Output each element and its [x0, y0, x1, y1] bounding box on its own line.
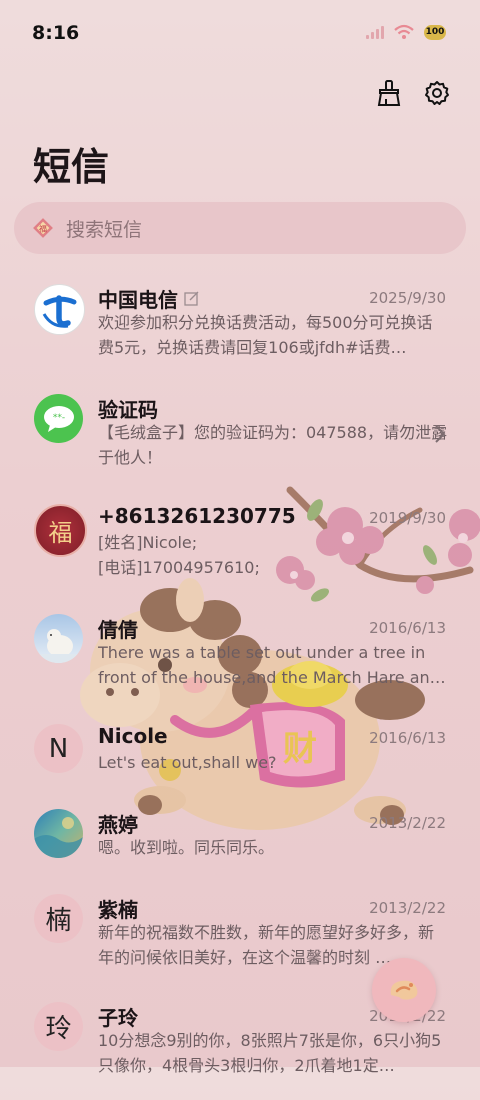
avatar: N	[34, 724, 83, 773]
contact-name: +8613261230775	[98, 504, 296, 528]
china-telecom-logo-icon	[38, 288, 81, 331]
avatar	[34, 284, 85, 335]
clean-brush-button[interactable]	[374, 78, 404, 108]
avatar: 福	[34, 504, 87, 557]
page-title: 短信	[33, 145, 110, 189]
message-snippet: 欢迎参加积分兑换话费活动，每500分可兑换话费5元，兑换话费请回复106或jfd…	[98, 313, 433, 357]
fu-character-icon: 福	[48, 519, 73, 547]
search-input[interactable]: 福 搜索短信	[14, 202, 466, 254]
avatar	[34, 614, 83, 663]
list-item[interactable]: 倩倩 2016/6/13 There was a table set out u…	[0, 602, 480, 712]
status-icons: 100	[366, 24, 446, 40]
top-actions	[374, 78, 452, 108]
list-item[interactable]: **- 验证码 【毛绒盒子】您的验证码为：047588，请勿泄露于他人！	[0, 382, 480, 492]
search-icon: 福	[33, 218, 53, 238]
contact-name: 验证码	[98, 398, 158, 422]
battery-icon: 100	[424, 24, 446, 40]
avatar	[34, 809, 83, 858]
list-item[interactable]: 中国电信 2025/9/30 欢迎参加积分兑换话费活动，每500分可兑换话费5元…	[0, 272, 480, 382]
ocean-photo-icon	[34, 817, 83, 858]
message-snippet: 10分想念9别的你，8张照片7张是你，6只小狗5只像你，4根骨头3根归你，2爪着…	[98, 1031, 442, 1075]
cellular-signal-icon	[366, 25, 384, 39]
chevron-right-icon	[435, 425, 446, 443]
message-snippet: Let's eat out,shall we?	[98, 753, 277, 772]
message-snippet: 嗯。收到啦。同乐同乐。	[98, 838, 275, 857]
avatar: **-	[34, 394, 83, 443]
message-date: 2019/9/30	[369, 509, 446, 527]
polar-bear-photo-icon	[34, 629, 83, 663]
contact-name: 子玲	[98, 1006, 138, 1030]
svg-text:福: 福	[39, 225, 47, 234]
contact-name: Nicole	[98, 724, 168, 748]
contact-name: 倩倩	[98, 618, 138, 642]
message-date: 2016/6/13	[369, 619, 446, 637]
avatar: 玲	[34, 1002, 83, 1051]
contact-name: 紫楠	[98, 898, 138, 922]
message-snippet: There was a table set out under a tree i…	[98, 643, 446, 687]
search-placeholder: 搜索短信	[66, 218, 143, 241]
svg-text:**-: **-	[52, 413, 64, 423]
contact-name: 中国电信	[98, 284, 199, 313]
compose-icon	[390, 980, 418, 1000]
settings-button[interactable]	[422, 78, 452, 108]
avatar: 楠	[34, 894, 83, 943]
status-bar: 8:16 100	[0, 0, 480, 68]
message-date: 2013/2/22	[369, 814, 446, 832]
status-time: 8:16	[32, 22, 80, 44]
compose-button[interactable]	[372, 958, 436, 1022]
edit-external-icon	[184, 291, 199, 306]
list-item[interactable]: 福 +8613261230775 2019/9/30 [姓名]Nicole; […	[0, 492, 480, 602]
message-snippet: [姓名]Nicole; [电话]17004957610;	[98, 533, 260, 577]
contact-name: 燕婷	[98, 813, 138, 837]
gear-icon	[425, 81, 449, 105]
chat-bubble-icon: **-	[43, 405, 74, 432]
wifi-icon	[394, 24, 414, 39]
message-date: 2025/9/30	[369, 289, 446, 307]
message-snippet: 【毛绒盒子】您的验证码为：047588，请勿泄露于他人！	[98, 423, 448, 467]
message-date: 2016/6/13	[369, 729, 446, 747]
message-date: 2013/2/22	[369, 899, 446, 917]
brush-icon	[377, 80, 401, 106]
